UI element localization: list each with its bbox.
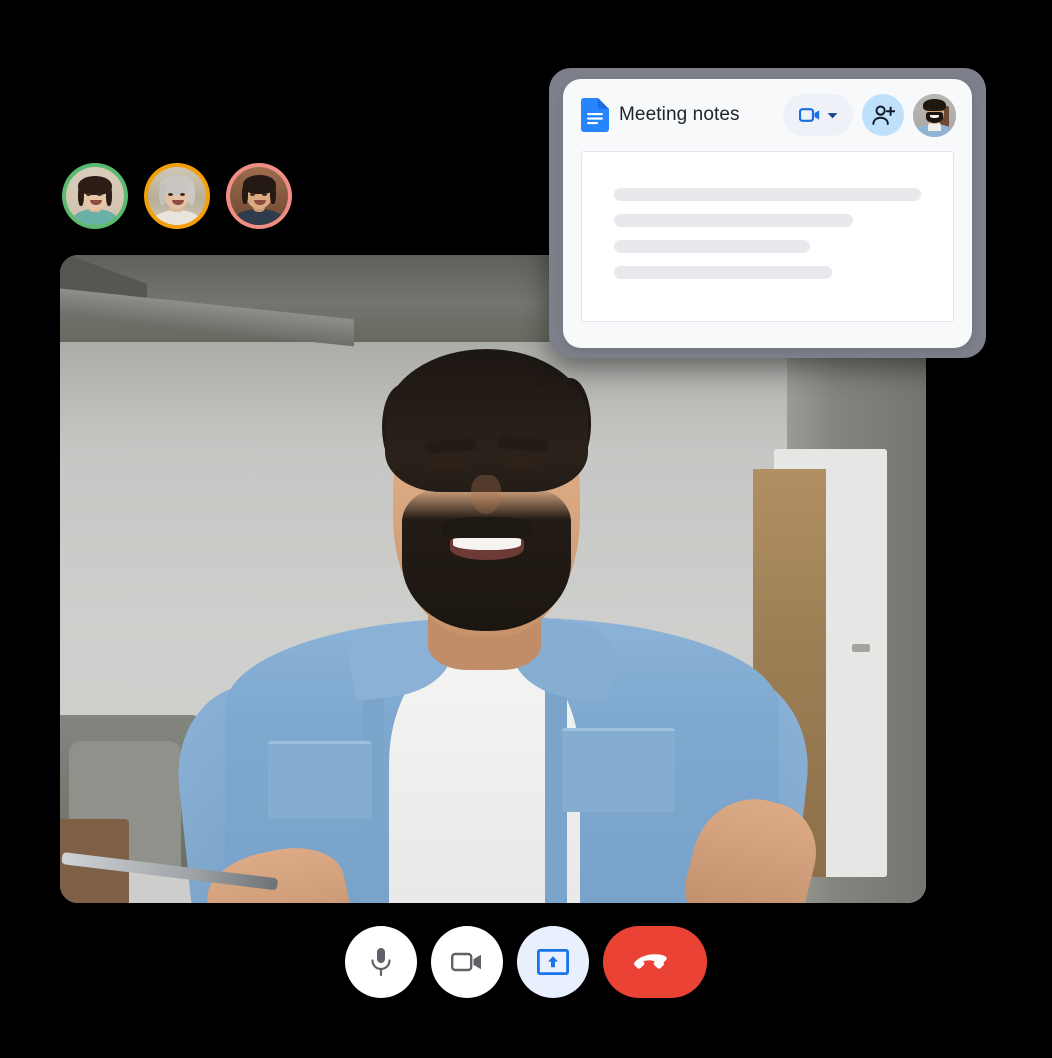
- video-camera-button[interactable]: [783, 94, 853, 136]
- participant-avatar-3[interactable]: [226, 163, 292, 229]
- notes-title: Meeting notes: [619, 104, 740, 125]
- add-person-button[interactable]: [862, 94, 904, 136]
- avatar-photo: [66, 167, 124, 225]
- note-placeholder-line: [614, 188, 921, 201]
- phone-hangup-icon: [634, 954, 667, 969]
- participant-avatar-1[interactable]: [62, 163, 128, 229]
- video-door-handle: [852, 643, 870, 652]
- avatar-photo: [230, 167, 288, 225]
- video-camera-icon: [451, 952, 481, 972]
- camera-button[interactable]: [431, 926, 503, 998]
- participant-avatar-strip: [62, 163, 292, 229]
- speaker-mustache: [441, 517, 532, 539]
- participant-avatar-2[interactable]: [144, 163, 210, 229]
- note-placeholder-line: [614, 266, 832, 279]
- notes-card-header: Meeting notes: [563, 79, 972, 151]
- chevron-down-icon: [827, 112, 837, 118]
- microphone-button[interactable]: [345, 926, 417, 998]
- account-avatar[interactable]: [913, 93, 956, 137]
- person-add-icon: [871, 105, 895, 125]
- note-placeholder-line: [614, 214, 854, 227]
- meeting-notes-card[interactable]: Meeting notes: [563, 79, 972, 348]
- speaker-eye-right: [501, 457, 540, 469]
- present-screen-button[interactable]: [517, 926, 589, 998]
- speaker-shirt-pocket-right: [562, 728, 675, 813]
- microphone-icon: [371, 948, 391, 977]
- speaker-eye-left: [428, 459, 467, 471]
- notes-header-actions: [783, 93, 956, 137]
- speaker-shirt-pocket-left: [267, 741, 372, 819]
- speaker-hair: [384, 348, 589, 492]
- notes-document-body[interactable]: [581, 151, 954, 322]
- leave-call-button[interactable]: [603, 926, 707, 998]
- speaker-nose: [471, 475, 501, 515]
- note-placeholder-line: [614, 240, 811, 253]
- present-to-all-icon: [537, 949, 569, 975]
- video-camera-icon: [798, 108, 819, 122]
- google-docs-icon: [581, 98, 609, 132]
- speaker-teeth: [453, 537, 521, 550]
- meeting-controls-bar: [0, 926, 1052, 998]
- meet-illustration-stage: Meeting notes: [0, 0, 1052, 1058]
- avatar-photo: [148, 167, 206, 225]
